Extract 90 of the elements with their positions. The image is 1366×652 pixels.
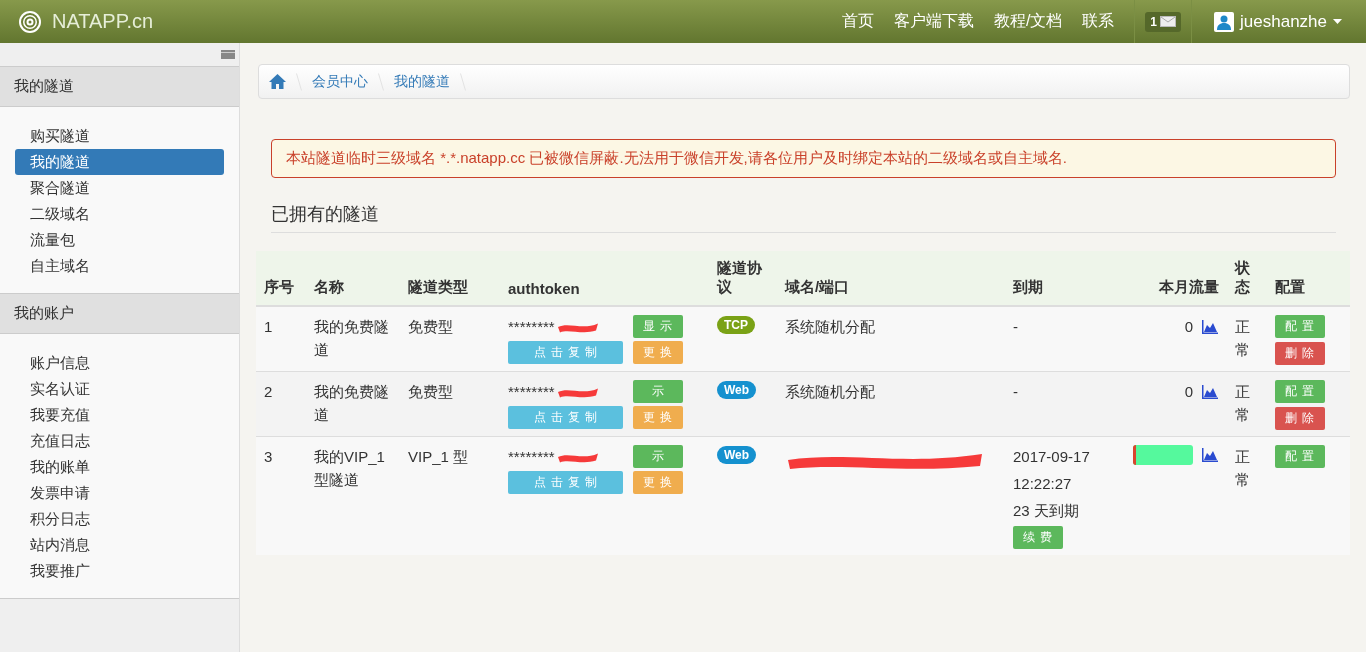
renew-button[interactable]: 续费	[1013, 526, 1063, 549]
protocol-badge: Web	[717, 446, 757, 464]
expiry-text: -	[1013, 317, 1018, 337]
config-button[interactable]: 配置	[1275, 445, 1325, 468]
sidebar-item[interactable]: 积分日志	[15, 506, 224, 532]
nav-link[interactable]: 教程/文档	[993, 11, 1063, 32]
expiry-text: 23 天到期	[1013, 501, 1079, 521]
status-text: 正常	[1235, 447, 1250, 490]
table-cell: 我的VIP_1型隧道	[314, 448, 385, 488]
sidebar-item[interactable]: 我的隧道	[15, 149, 224, 175]
messages-button[interactable]: 1	[1145, 11, 1182, 32]
delete-button[interactable]: 删除	[1275, 407, 1325, 430]
sidebar-item[interactable]: 发票申请	[15, 480, 224, 506]
column-header: 本月流量	[1125, 251, 1227, 306]
sidebar-item[interactable]: 账户信息	[15, 350, 224, 376]
token-text: ********	[508, 447, 555, 467]
nav-link[interactable]: 联系	[1082, 11, 1115, 32]
column-header: 域名/端口	[777, 251, 1005, 306]
expiry-text: 12:22:27	[1013, 474, 1072, 494]
traffic-meter	[1133, 445, 1193, 465]
sidebar-item[interactable]: 我的账单	[15, 454, 224, 480]
user-menu[interactable]: jueshanzhe	[1202, 11, 1366, 32]
table-cell: 系统随机分配	[785, 383, 875, 400]
table-cell: 我的免费隧道	[314, 318, 389, 358]
sidebar-item[interactable]: 站内消息	[15, 532, 224, 558]
sidebar-section-title: 我的隧道	[0, 66, 239, 107]
protocol-badge: Web	[717, 381, 757, 399]
sidebar-item[interactable]: 我要推广	[15, 558, 224, 584]
table-cell: 2	[264, 383, 273, 400]
sidebar-item[interactable]: 流量包	[15, 227, 224, 253]
column-header: 名称	[306, 251, 400, 306]
show-button[interactable]: 显示	[633, 315, 683, 338]
breadcrumb-link[interactable]: 会员中心	[312, 72, 368, 91]
show-button[interactable]: 示	[633, 445, 683, 468]
sidebar-item[interactable]: 聚合隧道	[15, 175, 224, 201]
traffic-value: 0	[1184, 382, 1193, 402]
column-header: 到期	[1005, 251, 1125, 306]
protocol-badge: TCP	[717, 316, 755, 334]
table-cell: 免费型	[408, 318, 453, 335]
caret-icon	[1333, 19, 1342, 24]
table-cell: 3	[264, 448, 273, 465]
sidebar-item[interactable]: 二级域名	[15, 201, 224, 227]
table-cell: 我的免费隧道	[314, 383, 389, 423]
show-button[interactable]: 示	[633, 380, 683, 403]
delete-button[interactable]: 删除	[1275, 342, 1325, 365]
config-button[interactable]: 配置	[1275, 315, 1325, 338]
copy-button[interactable]: 点击复制	[508, 471, 623, 494]
token-text: ********	[508, 317, 555, 337]
section-heading: 已拥有的隧道	[271, 202, 1336, 233]
column-header: authtoken	[500, 251, 709, 306]
envelope-icon	[1160, 16, 1177, 27]
breadcrumb-divider	[460, 72, 466, 91]
area-chart-icon[interactable]	[1201, 318, 1219, 335]
status-text: 正常	[1235, 382, 1250, 425]
sidebar-item[interactable]: 充值日志	[15, 428, 224, 454]
sidebar-item[interactable]: 实名认证	[15, 376, 224, 402]
breadcrumb-divider	[378, 72, 384, 91]
nav-link[interactable]: 首页	[841, 11, 874, 32]
target-logo-icon	[18, 9, 42, 34]
expiry-text: -	[1013, 382, 1018, 402]
sidebar-item[interactable]: 我要充值	[15, 402, 224, 428]
table-cell: 系统随机分配	[785, 318, 875, 335]
home-icon[interactable]	[269, 74, 286, 89]
column-header: 隧道类型	[400, 251, 500, 306]
column-header: 配置	[1267, 251, 1350, 306]
sidebar-item[interactable]: 自主域名	[15, 253, 224, 279]
warning-alert: 本站隧道临时三级域名 *.*.natapp.cc 已被微信屏蔽.无法用于微信开发,请各位用户及时绑定本站的二级域名或自主域名.	[271, 139, 1336, 178]
table-cell: 1	[264, 318, 273, 335]
column-header: 序号	[256, 251, 306, 306]
column-header: 状态	[1227, 251, 1267, 306]
copy-button[interactable]: 点击复制	[508, 341, 623, 364]
token-text: ********	[508, 382, 555, 402]
area-chart-icon[interactable]	[1201, 447, 1219, 463]
site-logo-text[interactable]: NATAPP.cn	[52, 10, 154, 33]
column-header: 隧道协议	[709, 251, 777, 306]
nav-link[interactable]: 客户端下载	[893, 11, 974, 32]
status-text: 正常	[1235, 317, 1250, 360]
user-avatar-icon	[1214, 11, 1235, 32]
breadcrumb-link[interactable]: 我的隧道	[394, 72, 450, 91]
copy-button[interactable]: 点击复制	[508, 406, 623, 429]
expiry-text: 2017-09-17	[1013, 447, 1090, 467]
sidebar-section-title: 我的账户	[0, 293, 239, 334]
breadcrumb-divider	[296, 72, 302, 91]
config-button[interactable]: 配置	[1275, 380, 1325, 403]
table-cell: 免费型	[408, 383, 453, 400]
traffic-value: 0	[1184, 317, 1193, 337]
menu-toggle-icon[interactable]	[221, 50, 235, 59]
table-cell: VIP_1 型	[408, 448, 469, 465]
sidebar-item[interactable]: 购买隧道	[15, 123, 224, 149]
area-chart-icon[interactable]	[1201, 383, 1219, 400]
